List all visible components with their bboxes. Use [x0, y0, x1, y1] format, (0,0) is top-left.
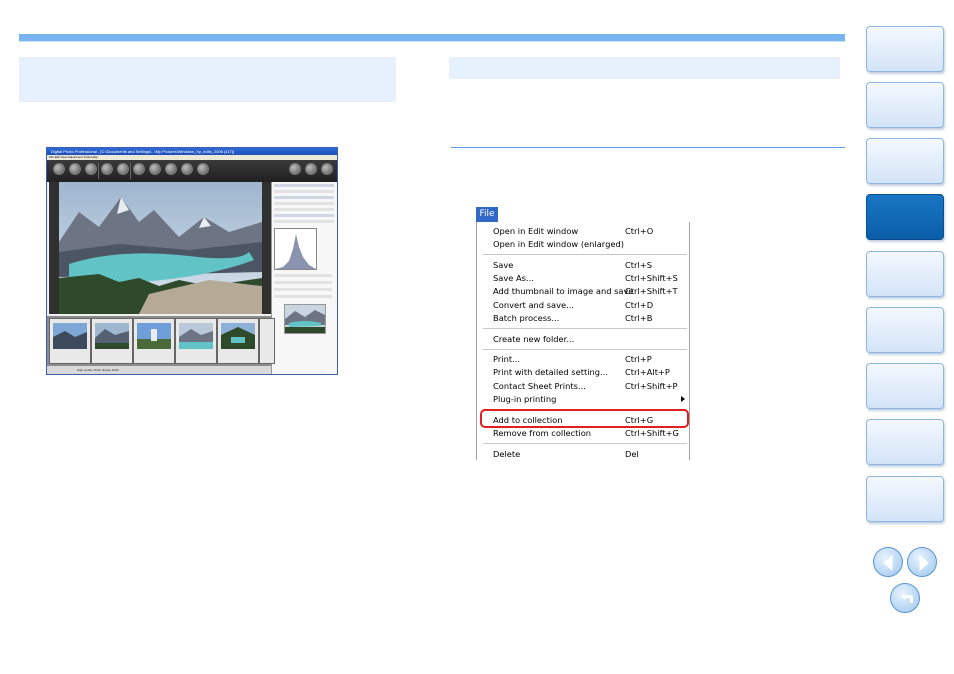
toolbar-button-icon	[197, 163, 209, 175]
thumbnail	[49, 318, 91, 364]
menu-item-open-edit[interactable]: Open in Edit window	[493, 225, 578, 238]
menu-shortcut: Ctrl+Alt+P	[625, 367, 670, 377]
tool-palette	[271, 182, 337, 374]
menu-item-save-as[interactable]: Save As...	[493, 272, 534, 285]
app-status-bar: High quality Stitch display RGB	[47, 366, 271, 374]
section-heading-right	[449, 57, 840, 79]
previous-page-button[interactable]	[873, 547, 903, 577]
thumbnail-image	[95, 323, 129, 349]
palette-row	[274, 295, 332, 298]
thumbnail-image	[179, 323, 213, 349]
return-icon	[901, 593, 913, 603]
chevron-left-icon	[883, 554, 893, 572]
toolbar-button-icon	[321, 163, 333, 175]
chevron-right-icon	[919, 554, 929, 572]
menu-separator	[483, 349, 687, 350]
menu-item-save[interactable]: Save	[493, 259, 513, 272]
thumbnail-image	[137, 323, 171, 349]
header-accent-bar	[19, 34, 845, 41]
navigator-thumbnail	[284, 304, 326, 334]
thumbnail	[133, 318, 175, 364]
menu-item-open-edit-enlarged[interactable]: Open in Edit window (enlarged)	[493, 238, 624, 251]
menu-shortcut: Ctrl+O	[625, 226, 654, 236]
toolbar-separator	[98, 163, 99, 179]
toolbar-button-icon	[101, 163, 113, 175]
side-tab[interactable]	[866, 419, 944, 465]
app-screenshot: Digital Photo Professional - [C:\Documen…	[46, 147, 338, 375]
menu-shortcut: Ctrl+Shift+G	[625, 428, 679, 438]
next-page-button[interactable]	[907, 547, 937, 577]
palette-row	[274, 214, 334, 217]
app-preview-area	[49, 182, 271, 314]
palette-row	[274, 184, 334, 187]
menu-item-create-folder[interactable]: Create new folder...	[493, 333, 574, 346]
menu-item-convert-save[interactable]: Convert and save...	[493, 299, 574, 312]
menu-item-contact-sheet[interactable]: Contact Sheet Prints...	[493, 380, 586, 393]
app-window-title: Digital Photo Professional - [C:\Documen…	[47, 148, 337, 155]
toolbar-button-icon	[181, 163, 193, 175]
palette-row	[274, 288, 332, 291]
palette-row	[274, 274, 332, 277]
menu-separator	[483, 254, 687, 255]
menu-shortcut: Ctrl+B	[625, 313, 653, 323]
menu-item-plugin-printing[interactable]: Plug-in printing	[493, 393, 556, 406]
side-tab-active[interactable]	[866, 194, 944, 240]
toolbar-button-icon	[289, 163, 301, 175]
menu-item-batch-process[interactable]: Batch process...	[493, 312, 559, 325]
thumbnail-image	[221, 323, 255, 349]
toolbar-separator	[130, 163, 131, 179]
thumbnail	[217, 318, 259, 364]
menu-item-print-detailed[interactable]: Print with detailed setting...	[493, 366, 608, 379]
side-tab[interactable]	[866, 363, 944, 409]
menu-shortcut: Del	[625, 449, 639, 459]
side-tab[interactable]	[866, 82, 944, 128]
return-button[interactable]	[890, 583, 920, 613]
palette-row	[274, 196, 334, 199]
highlight-frame	[480, 409, 689, 428]
step-divider	[451, 147, 845, 148]
menu-item-print[interactable]: Print...	[493, 353, 520, 366]
menu-item-delete[interactable]: Delete	[493, 448, 520, 461]
menu-shortcut: Ctrl+Shift+T	[625, 286, 678, 296]
menu-shortcut: Ctrl+S	[625, 260, 652, 270]
thumbnail-strip	[47, 316, 275, 366]
submenu-arrow-icon	[681, 396, 685, 402]
toolbar-button-icon	[305, 163, 317, 175]
menu-separator	[483, 328, 687, 329]
toolbar-button-icon	[69, 163, 81, 175]
palette-row	[274, 220, 334, 223]
toolbar-button-icon	[53, 163, 65, 175]
side-tab[interactable]	[866, 476, 944, 522]
side-tab[interactable]	[866, 138, 944, 184]
toolbar-button-icon	[133, 163, 145, 175]
menu-shortcut: Ctrl+P	[625, 354, 652, 364]
toolbar-button-icon	[117, 163, 129, 175]
section-heading-left	[19, 57, 396, 102]
menu-item-remove-from-collection[interactable]: Remove from collection	[493, 427, 591, 440]
palette-row	[274, 208, 334, 211]
menu-shortcut: Ctrl+D	[625, 300, 654, 310]
header-divider	[19, 41, 845, 42]
side-tab[interactable]	[866, 26, 944, 72]
palette-row	[274, 281, 332, 284]
toolbar-button-icon	[85, 163, 97, 175]
palette-row	[274, 190, 334, 193]
thumbnail-image	[53, 323, 87, 349]
histogram	[274, 228, 317, 270]
side-tab[interactable]	[866, 251, 944, 297]
landscape-photo	[59, 182, 262, 314]
menu-shortcut: Ctrl+Shift+S	[625, 273, 678, 283]
thumbnail	[175, 318, 217, 364]
side-tab[interactable]	[866, 307, 944, 353]
thumbnail	[259, 318, 275, 364]
thumbnail	[91, 318, 133, 364]
file-menu-tab[interactable]: File	[476, 207, 498, 222]
menu-item-add-thumbnail[interactable]: Add thumbnail to image and save	[493, 285, 634, 298]
menu-separator	[483, 443, 687, 444]
toolbar-button-icon	[149, 163, 161, 175]
toolbar-button-icon	[165, 163, 177, 175]
menu-shortcut: Ctrl+Shift+P	[625, 381, 678, 391]
app-toolbar	[47, 160, 337, 182]
palette-row	[274, 202, 334, 205]
